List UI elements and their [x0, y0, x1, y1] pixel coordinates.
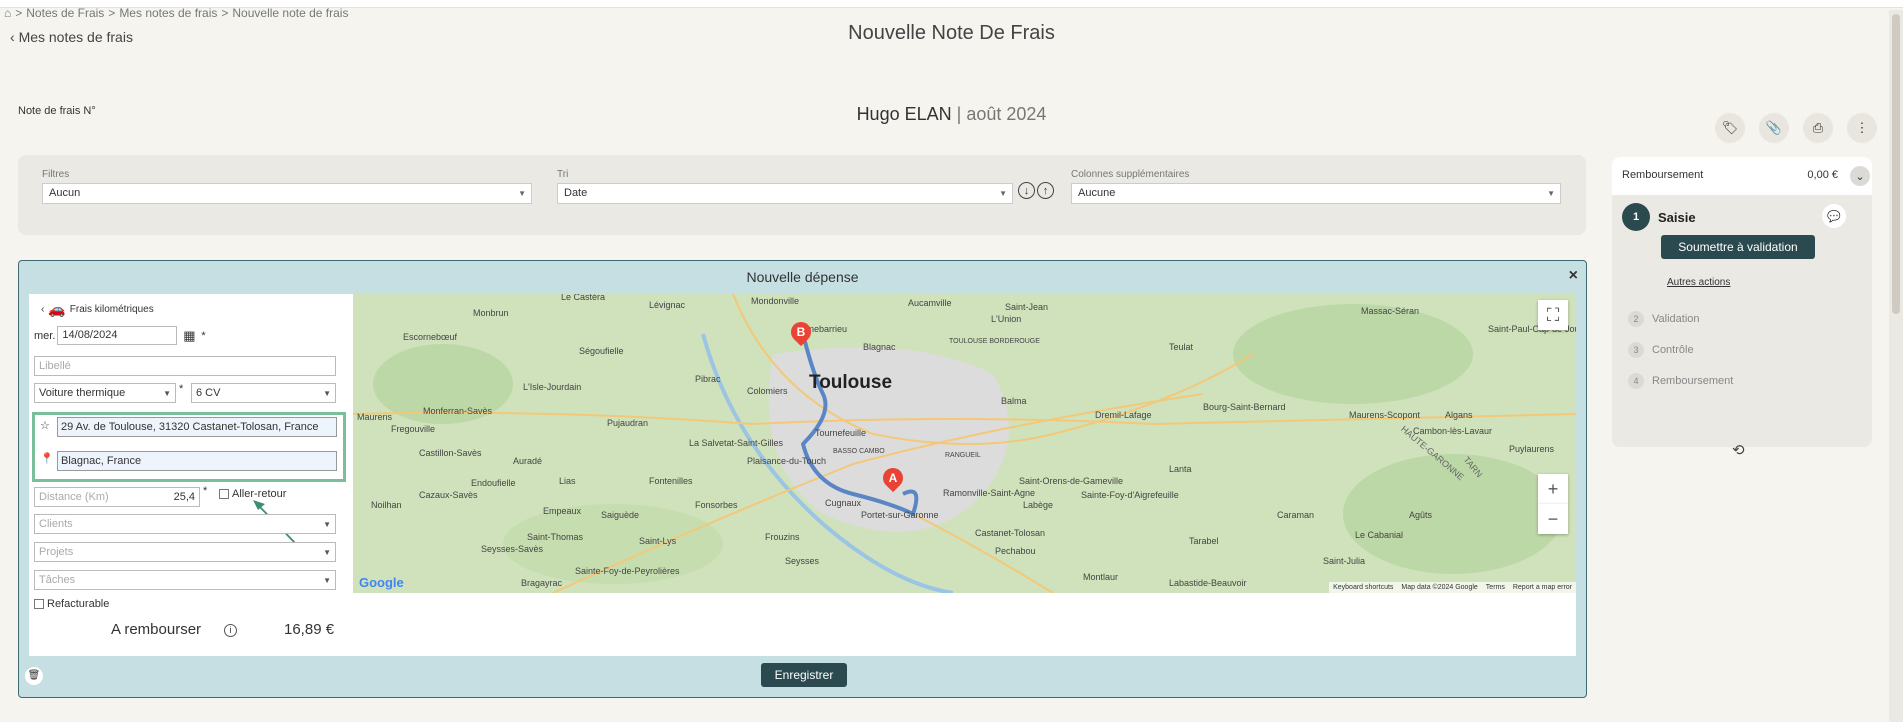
route-map[interactable]: Toulouse Le Castéra Lévignac Mondonville…	[353, 294, 1576, 593]
step-controle: 3 Contrôle	[1628, 342, 1694, 358]
caret-down-icon: ▼	[518, 189, 526, 198]
sort-buttons: ↓ ↑	[1018, 182, 1054, 199]
caret-down-icon: ▼	[323, 576, 331, 585]
note-owner: Hugo ELAN	[856, 104, 952, 124]
sort-down-icon[interactable]: ↓	[1018, 182, 1035, 199]
filter-filtres: Filtres Aucun ▼	[42, 169, 532, 204]
vehicle-type-select[interactable]: Voiture thermique ▼	[34, 383, 176, 403]
note-actions: 🏷 📎 ⎙ ⋮	[1715, 113, 1877, 143]
google-logo: Google	[359, 575, 404, 590]
caret-down-icon: ▼	[163, 389, 171, 398]
tag-icon[interactable]: 🏷	[1715, 113, 1745, 143]
breadcrumb-item-notes[interactable]: Notes de Frais	[26, 6, 104, 20]
chevron-down-icon: ⌄	[1850, 166, 1870, 186]
zoom-out-icon[interactable]: −	[1538, 504, 1568, 534]
note-month: août 2024	[966, 104, 1047, 124]
map-data-label: Map data ©2024 Google	[1401, 584, 1478, 591]
caret-down-icon: ▼	[1547, 189, 1555, 198]
expense-form-area: ‹ 🚗 Frais kilométriques mer. 14/08/2024 …	[29, 294, 1576, 656]
date-day: mer.	[34, 329, 56, 342]
sort-up-icon[interactable]: ↑	[1037, 182, 1054, 199]
fullscreen-icon[interactable]: ⛶	[1538, 300, 1568, 330]
clients-select[interactable]: Clients ▼	[34, 514, 336, 534]
address-group: ☆ 29 Av. de Toulouse, 31320 Castanet-Tol…	[32, 412, 346, 482]
zoom-in-icon[interactable]: +	[1538, 474, 1568, 504]
step-validation: 2 Validation	[1628, 311, 1700, 327]
step-saisie: 1 Saisie	[1622, 203, 1696, 231]
more-icon[interactable]: ⋮	[1847, 113, 1877, 143]
refacturable-checkbox[interactable]: Refacturable	[34, 598, 109, 610]
map-city-label: Toulouse	[809, 372, 893, 393]
distance-input[interactable]: Distance (Km) 25,4	[34, 487, 200, 507]
date-row: mer. 14/08/2024 ▦ *	[34, 326, 206, 345]
filters-panel: Filtres Aucun ▼ Tri Date ▼ ↓ ↑ Colonnes …	[18, 155, 1586, 235]
from-address-input[interactable]: 29 Av. de Toulouse, 31320 Castanet-Tolos…	[57, 417, 337, 437]
home-icon[interactable]: ⌂	[4, 6, 11, 20]
breadcrumb-item-mes-notes[interactable]: Mes notes de frais	[119, 6, 217, 20]
trash-icon[interactable]: 🗑	[25, 667, 43, 685]
filtres-select[interactable]: Aucun ▼	[42, 183, 532, 204]
filter-tri: Tri Date ▼	[557, 169, 1013, 204]
location-pin-icon: 📍	[40, 453, 54, 465]
info-icon[interactable]: i	[224, 624, 237, 637]
print-icon[interactable]: ⎙	[1803, 113, 1833, 143]
rembourser-amount: 16,89 €	[284, 621, 335, 638]
note-header: Hugo ELAN | août 2024	[0, 104, 1903, 125]
terms-link[interactable]: Terms	[1486, 584, 1505, 591]
expense-type-back[interactable]: ‹ 🚗 Frais kilométriques	[41, 301, 154, 318]
keyboard-shortcuts-link[interactable]: Keyboard shortcuts	[1333, 584, 1393, 591]
reimbursement-title: Remboursement	[1622, 169, 1704, 181]
chevron-left-icon: ‹	[41, 304, 45, 315]
reimbursement-amount: 0,00 €	[1807, 169, 1838, 181]
submit-validation-button[interactable]: Soumettre à validation	[1661, 235, 1815, 259]
libelle-input[interactable]: Libellé	[34, 356, 336, 376]
breadcrumb: ⌂ > Notes de Frais > Mes notes de frais …	[4, 6, 349, 20]
step-remboursement: 4 Remboursement	[1628, 373, 1733, 389]
car-icon: 🚗	[48, 301, 66, 317]
reimbursement-panel: Remboursement 0,00 € ⌄ 1 Saisie 💬 Soumet…	[1612, 157, 1872, 447]
note-separator: |	[956, 104, 962, 124]
comment-icon[interactable]: 💬	[1822, 204, 1846, 228]
taches-select[interactable]: Tâches ▼	[34, 570, 336, 590]
tri-select[interactable]: Date ▼	[557, 183, 1013, 204]
page-title: Nouvelle Note De Frais	[848, 22, 1055, 44]
checkbox-icon	[219, 489, 229, 499]
close-icon[interactable]: ×	[1569, 267, 1578, 285]
map-marker-a[interactable]: A	[878, 463, 908, 494]
filter-colonnes: Colonnes supplémentaires Aucune ▼	[1071, 169, 1561, 204]
other-actions-link[interactable]: Autres actions	[1667, 277, 1730, 288]
colonnes-select[interactable]: Aucune ▼	[1071, 183, 1561, 204]
breadcrumb-item-current: Nouvelle note de frais	[232, 6, 349, 20]
projets-select[interactable]: Projets ▼	[34, 542, 336, 562]
caret-down-icon: ▼	[999, 189, 1007, 198]
map-footer: Keyboard shortcuts Map data ©2024 Google…	[1329, 582, 1576, 593]
power-select[interactable]: 6 CV ▼	[191, 383, 336, 403]
calendar-icon[interactable]: ▦	[179, 328, 199, 344]
caret-down-icon: ▼	[323, 548, 331, 557]
expense-form: ‹ 🚗 Frais kilométriques mer. 14/08/2024 …	[29, 294, 349, 656]
caret-down-icon: ▼	[323, 520, 331, 529]
caret-down-icon: ▼	[323, 389, 331, 398]
history-icon[interactable]: ⟲	[1732, 441, 1745, 459]
date-input[interactable]: 14/08/2024	[57, 326, 178, 345]
save-button[interactable]: Enregistrer	[761, 663, 847, 687]
reimbursement-header: Remboursement 0,00 €	[1612, 157, 1848, 195]
report-error-link[interactable]: Report a map error	[1513, 584, 1572, 591]
expense-title: Nouvelle dépense	[746, 269, 859, 285]
expense-panel: Nouvelle dépense × ‹ 🚗 Frais kilométriqu…	[18, 260, 1587, 698]
start-flag-icon: ☆	[40, 420, 50, 432]
to-address-input[interactable]: Blagnac, France	[57, 451, 337, 471]
collapse-toggle[interactable]: ⌄	[1848, 157, 1872, 195]
paperclip-icon[interactable]: 📎	[1759, 113, 1789, 143]
map-marker-b[interactable]: B	[786, 317, 816, 348]
checkbox-icon	[34, 599, 44, 609]
rembourser-label: A rembourser	[111, 621, 202, 638]
